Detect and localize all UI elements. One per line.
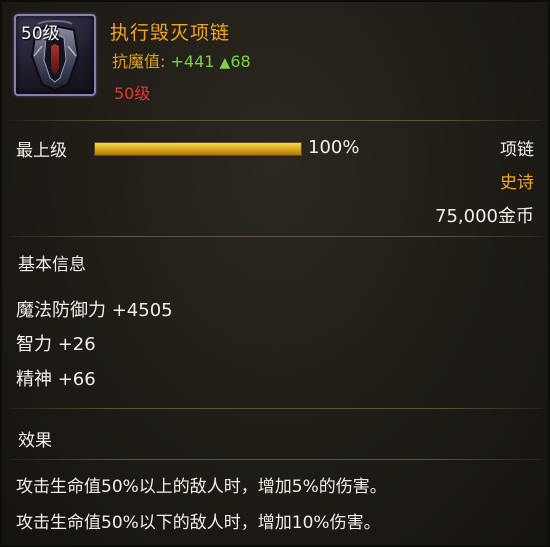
effect-line: 攻击生命值50%以上的敌人时，增加5%的伤害。	[16, 477, 387, 497]
item-tooltip: 50级 执行毁灭项链 抗魔值: +441 ▲68 50级 最上级 100% 项链…	[0, 0, 550, 547]
item-type: 项链	[500, 140, 534, 160]
divider	[12, 408, 542, 409]
divider	[12, 120, 542, 121]
upgrade-label: 最上级	[16, 141, 67, 161]
upgrade-progress-bar	[94, 142, 302, 156]
divider	[12, 236, 542, 237]
necklace-icon[interactable]: 50级	[14, 14, 96, 96]
required-level: 50级	[114, 84, 151, 103]
upgrade-progress-fill	[95, 143, 301, 155]
attribute-row: 魔法防御力 +4505	[16, 300, 173, 321]
item-rarity: 史诗	[500, 173, 534, 193]
item-price: 75,000金币	[435, 206, 534, 227]
stat-up-arrow-icon: ▲	[219, 55, 231, 71]
basic-info-title: 基本信息	[18, 255, 86, 275]
attribute-row: 智力 +26	[16, 334, 96, 355]
effects-title: 效果	[18, 431, 52, 451]
divider	[12, 459, 542, 460]
attribute-row: 精神 +66	[16, 369, 96, 390]
effect-line: 攻击生命值50%以下的敌人时，增加10%伤害。	[16, 513, 381, 533]
icon-level-badge: 50级	[21, 24, 60, 44]
main-stat: 抗魔值: +441 ▲68	[112, 48, 251, 72]
main-stat-value: +441	[170, 52, 215, 71]
main-stat-label: 抗魔值:	[112, 52, 166, 71]
item-name: 执行毁灭项链	[110, 22, 231, 44]
upgrade-progress-text: 100%	[308, 137, 360, 158]
main-stat-increase: 68	[230, 52, 251, 71]
